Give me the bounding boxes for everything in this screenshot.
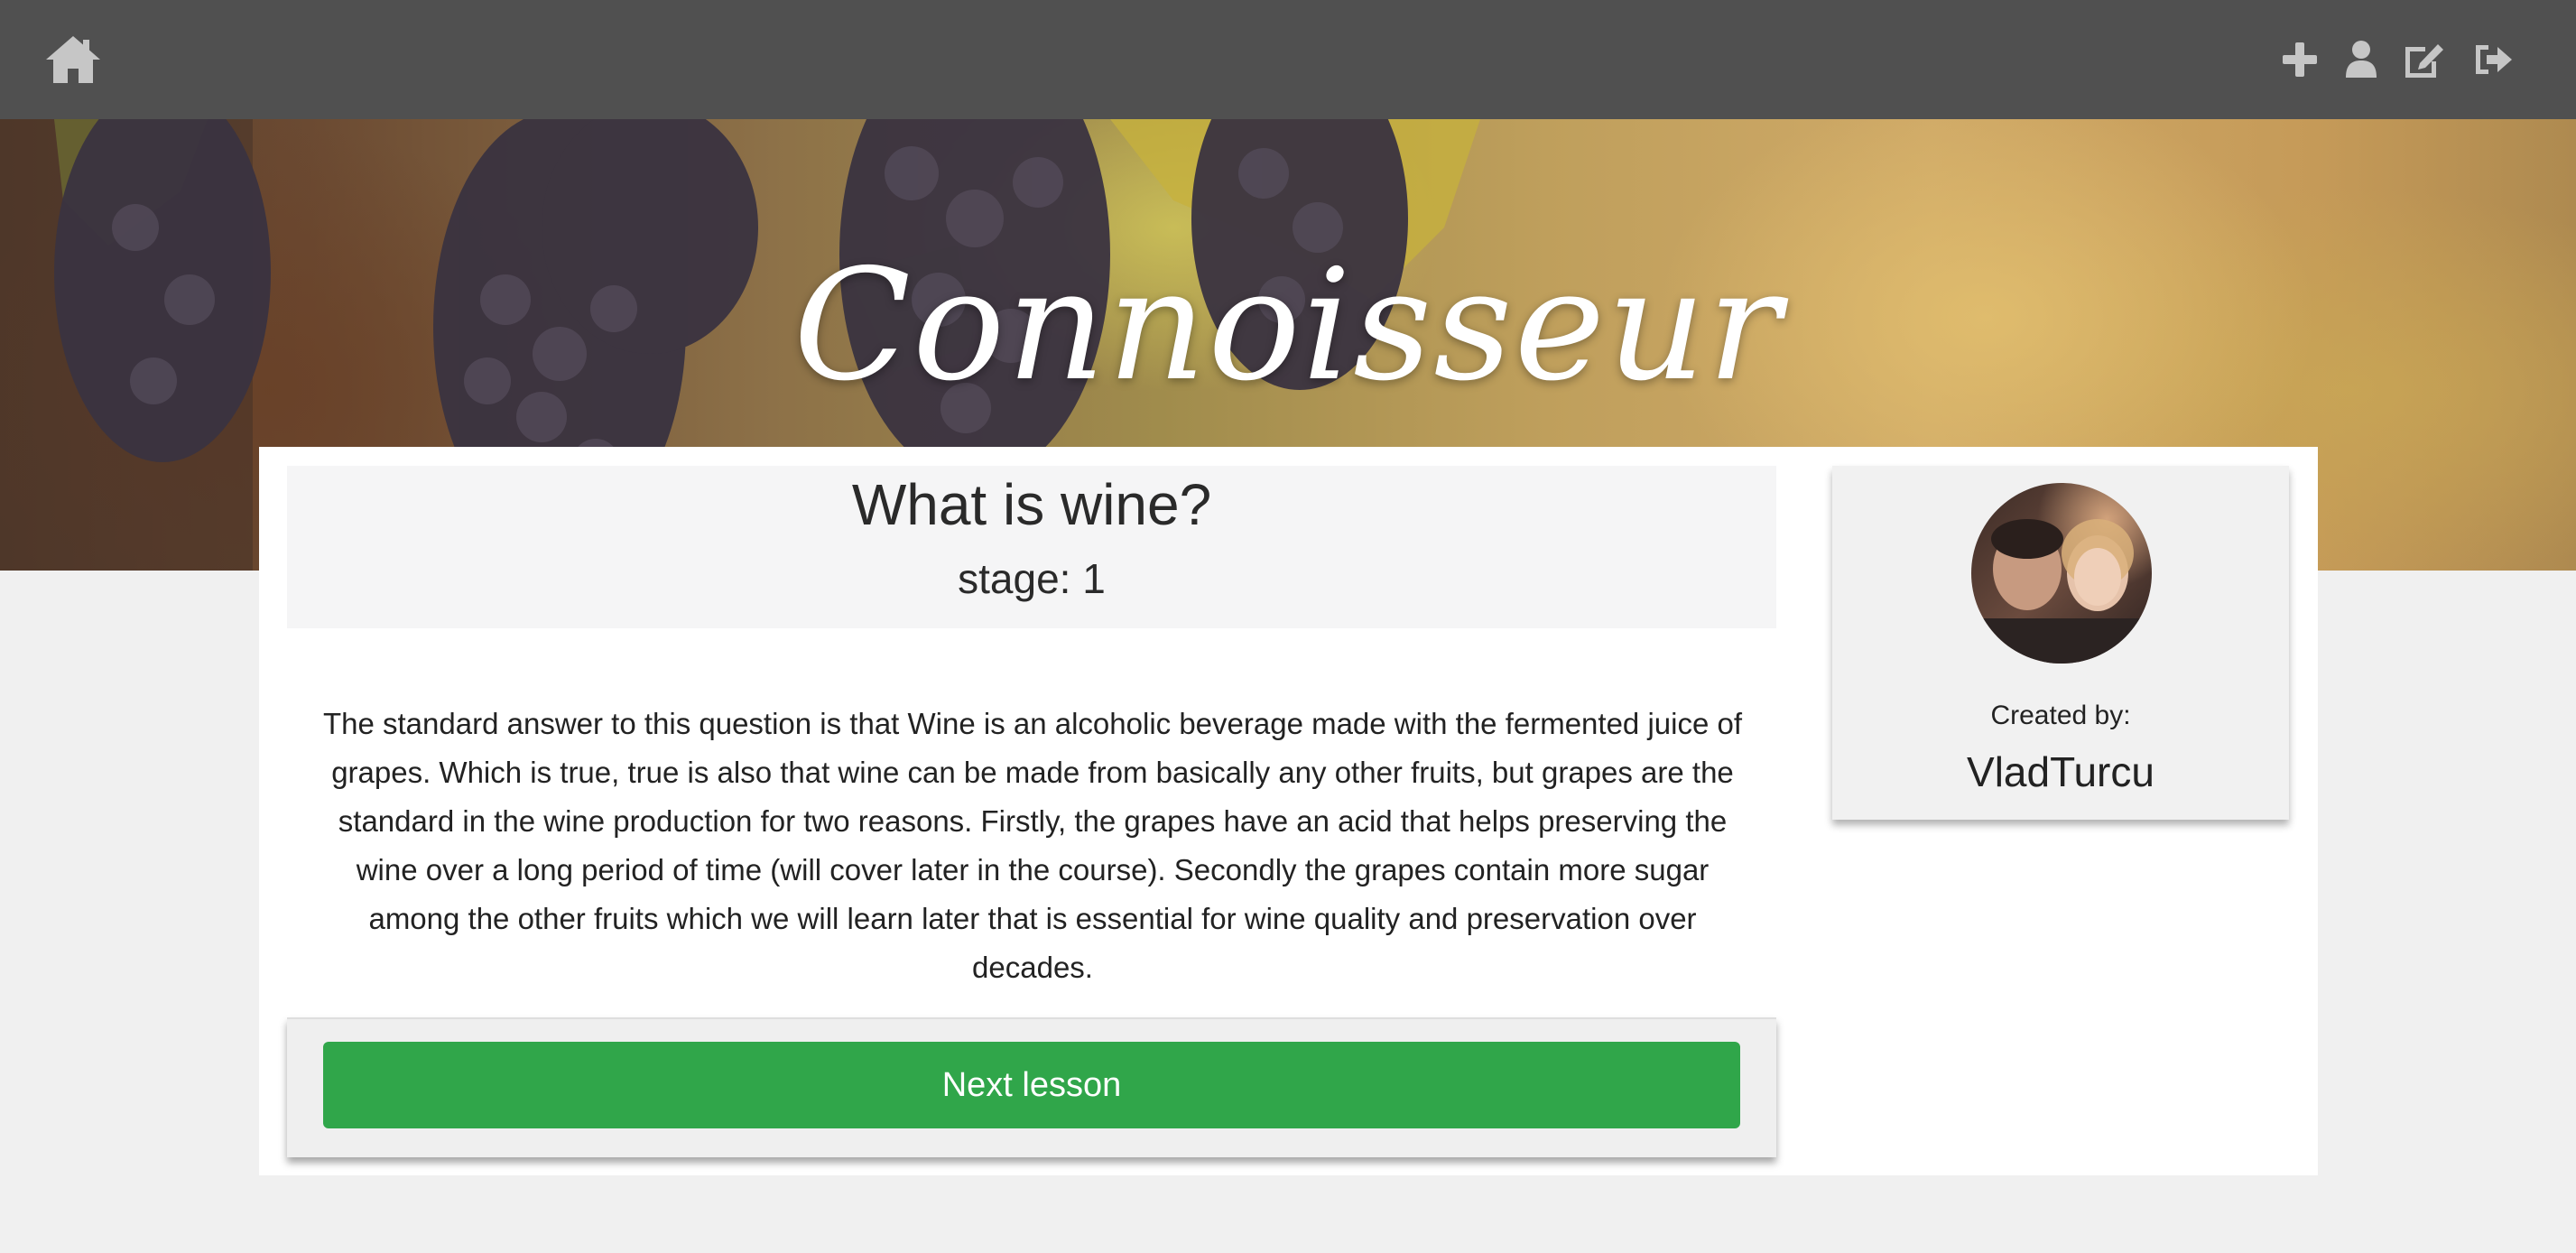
user-icon[interactable] <box>2342 0 2380 119</box>
lesson-title: What is wine? <box>851 472 1212 537</box>
plus-icon[interactable] <box>2279 0 2321 119</box>
author-card: Created by: VladTurcu <box>1832 466 2289 820</box>
author-name: VladTurcu <box>1967 748 2154 795</box>
home-icon[interactable] <box>43 0 103 119</box>
next-lesson-button[interactable]: Next lesson <box>323 1042 1740 1128</box>
lesson-body-text: The standard answer to this question is … <box>322 707 1743 984</box>
lesson-stage: stage: 1 <box>958 555 1106 602</box>
sign-out-icon[interactable] <box>2471 0 2515 119</box>
author-avatar[interactable] <box>1971 483 2152 664</box>
edit-icon[interactable] <box>2401 0 2448 119</box>
top-navbar <box>0 0 2576 119</box>
created-by-label: Created by: <box>1990 701 2131 730</box>
lesson-footer: Next lesson <box>287 1017 1776 1157</box>
site-title: Connoisseur <box>793 237 1783 415</box>
lesson-header: What is wine? stage: 1 <box>287 466 1776 628</box>
